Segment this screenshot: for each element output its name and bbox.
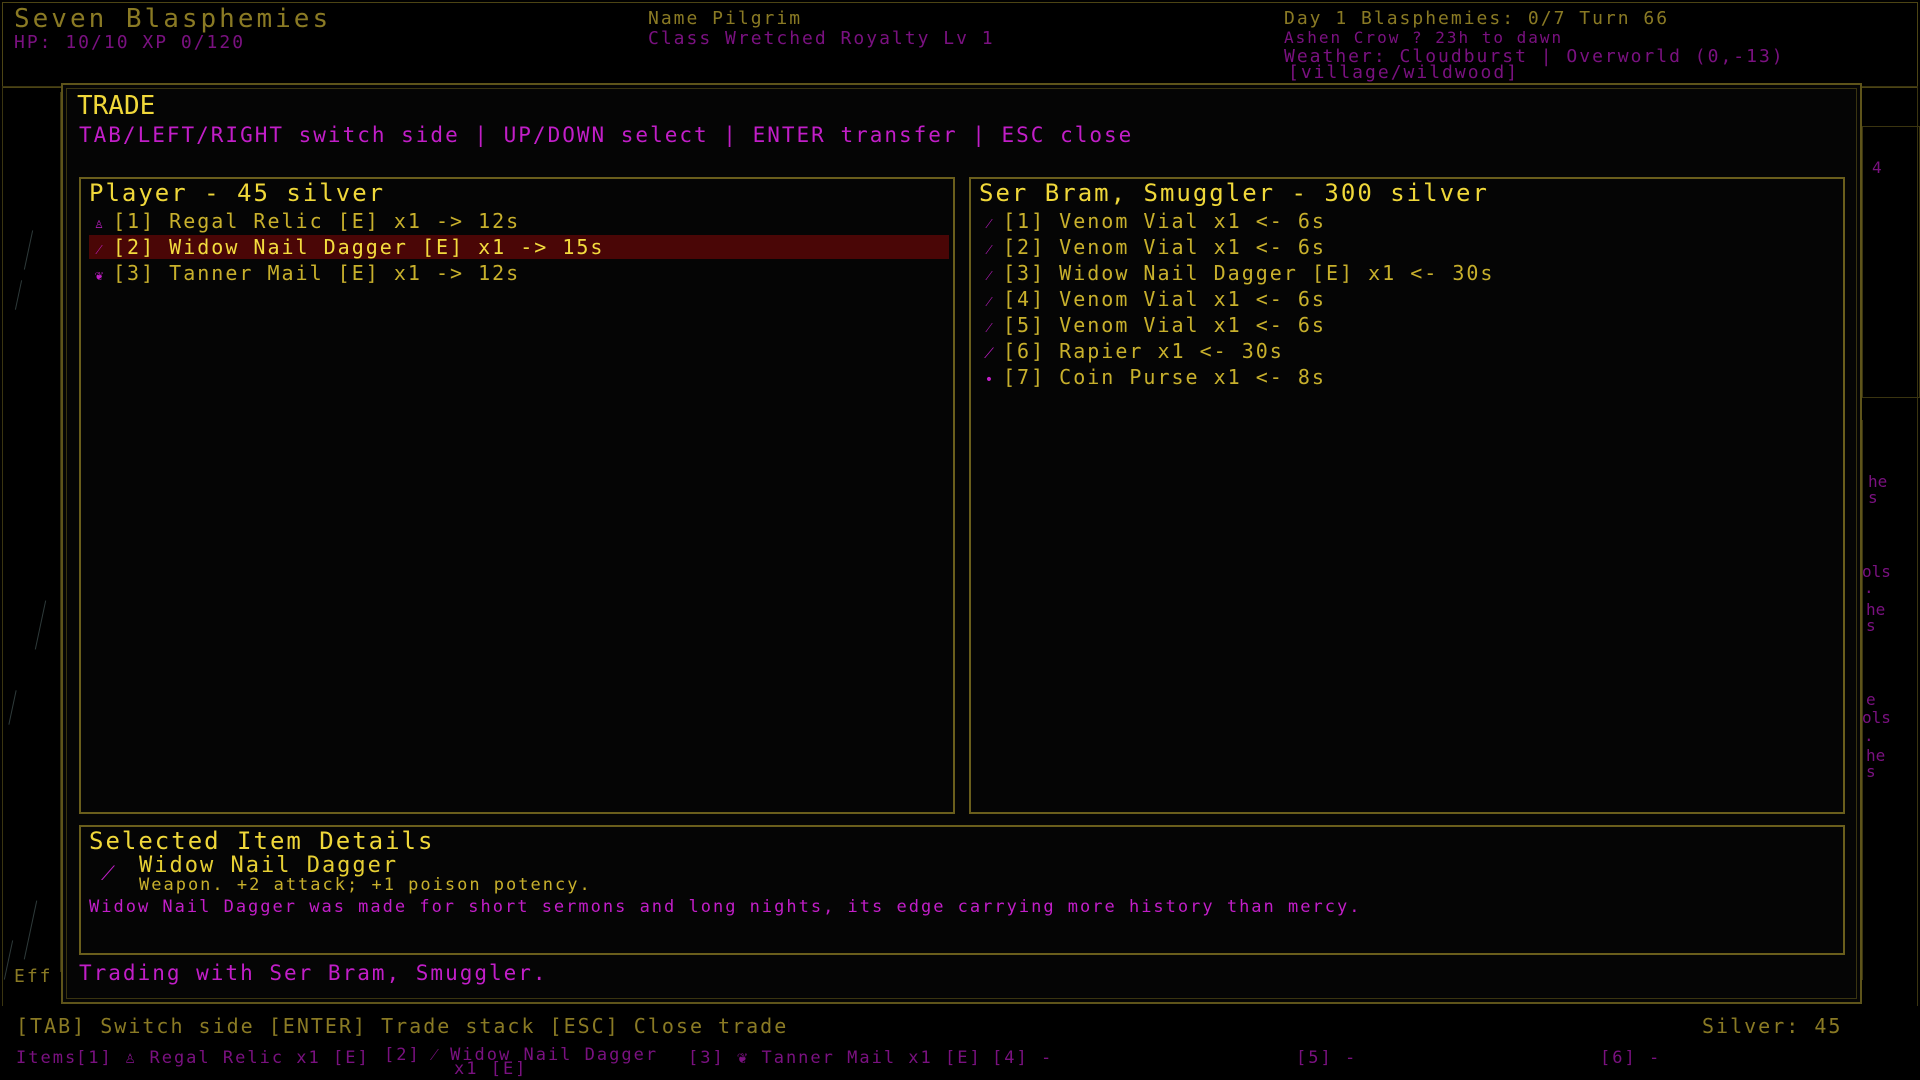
merchant-item-row[interactable]: ⁄ [3] Widow Nail Dagger [E] x1 <- 30s — [979, 261, 1839, 285]
dagger-icon: ⁄ — [97, 242, 103, 258]
details-title: Selected Item Details — [89, 827, 435, 855]
details-item-stats: Weapon. +2 attack; +1 poison potency. — [139, 875, 592, 895]
bg-fragment: ols — [1862, 708, 1891, 727]
details-item-lore: Widow Nail Dagger was made for short ser… — [89, 897, 1362, 917]
hotbar-slot-5[interactable]: [5] - — [1296, 1048, 1357, 1068]
merchant-pane-title: Ser Bram, Smuggler - 300 silver — [979, 179, 1489, 207]
player-item-row-selected[interactable]: ⁄ [2] Widow Nail Dagger [E] x1 -> 15s — [89, 235, 949, 259]
background-right-panel — [1862, 126, 1920, 398]
trade-dialog: TRADE TAB/LEFT/RIGHT switch side | UP/DO… — [61, 83, 1862, 1004]
bg-fragment: s — [1866, 616, 1876, 635]
footer-bar: [TAB] Switch side [ENTER] Trade stack [E… — [0, 1006, 1920, 1080]
item-label: [1] Regal Relic [E] x1 -> 12s — [113, 209, 521, 233]
vial-icon: ⁄ — [987, 242, 993, 258]
item-label: [7] Coin Purse x1 <- 8s — [1003, 365, 1326, 389]
merchant-item-row[interactable]: ⁄ [4] Venom Vial x1 <- 6s — [979, 287, 1839, 311]
relic-icon: ♙ — [94, 216, 106, 232]
item-label: [3] Tanner Mail [E] x1 -> 12s — [113, 261, 521, 285]
selected-item-details-pane: Selected Item Details ⟋ Widow Nail Dagge… — [79, 825, 1845, 955]
merchant-inventory-pane[interactable]: Ser Bram, Smuggler - 300 silver ⁄ [1] Ven… — [969, 177, 1845, 814]
location-tag: [village/wildwood] — [1288, 62, 1520, 83]
bg-fragment: e — [1866, 690, 1876, 709]
slot-key: [6] — [1600, 1048, 1637, 1068]
hotbar-slot-1[interactable]: [1] ♙ Regal Relic x1 [E] — [76, 1048, 370, 1068]
trade-status-message: Trading with Ser Bram, Smuggler. — [79, 961, 548, 985]
slot-label: - — [1040, 1048, 1054, 1068]
item-label: [6] Rapier x1 <- 30s — [1003, 339, 1284, 363]
bg-fragment: s — [1868, 488, 1878, 507]
item-label: [5] Venom Vial x1 <- 6s — [1003, 313, 1326, 337]
background-left-panel — [0, 92, 61, 972]
merchant-item-row[interactable]: ⟋ [6] Rapier x1 <- 30s — [979, 339, 1839, 363]
slot-key: [1] — [76, 1048, 113, 1068]
armor-icon: ❦ — [94, 268, 106, 284]
dagger-icon: ⟋ — [101, 861, 115, 885]
day-counter: Day 1 Blasphemies: 0/7 Turn 66 — [1284, 8, 1670, 29]
hotbar-slot-2[interactable]: [2] ⁄ Widow Nail Dagger x1 [E] — [384, 1047, 658, 1079]
item-label: [4] Venom Vial x1 <- 6s — [1003, 287, 1326, 311]
bg-fragment: . — [1864, 578, 1874, 597]
vial-icon: ⁄ — [987, 320, 993, 336]
slot-key: [3] — [688, 1048, 725, 1068]
sword-icon: ⟋ — [984, 346, 996, 362]
bg-fragment: . — [1864, 726, 1874, 745]
slot-label: - — [1344, 1048, 1358, 1068]
item-label: [2] Widow Nail Dagger [E] x1 -> 15s — [113, 235, 605, 259]
player-name: Name Pilgrim — [648, 8, 803, 29]
armor-icon: ❦ — [736, 1048, 750, 1068]
player-item-row[interactable]: ❦ [3] Tanner Mail [E] x1 -> 12s — [89, 261, 949, 285]
player-inventory-pane[interactable]: Player - 45 silver ♙ [1] Regal Relic [E] … — [79, 177, 955, 814]
bg-fragment: 4 — [1872, 158, 1882, 177]
dialog-help-text: TAB/LEFT/RIGHT switch side | UP/DOWN sel… — [79, 123, 1134, 147]
game-title: Seven Blasphemies — [14, 4, 332, 34]
omen-status: Ashen Crow ? 23h to dawn — [1284, 28, 1564, 47]
item-label: [2] Venom Vial x1 <- 6s — [1003, 235, 1326, 259]
hotbar-label: Items — [16, 1048, 78, 1068]
slot-label-line2: x1 [E] — [454, 1059, 528, 1079]
merchant-item-row[interactable]: ⁄ [1] Venom Vial x1 <- 6s — [979, 209, 1839, 233]
hotbar-slot-4[interactable]: [4] - — [992, 1048, 1053, 1068]
slot-key: [4] — [992, 1048, 1029, 1068]
bg-fragment: s — [1866, 762, 1876, 781]
dagger-icon: ⁄ — [987, 268, 993, 284]
slot-label: Regal Relic x1 [E] — [149, 1048, 370, 1068]
player-pane-title: Player - 45 silver — [89, 179, 386, 207]
vial-icon: ⁄ — [987, 216, 993, 232]
coin-purse-icon: • — [984, 372, 996, 388]
item-label: [1] Venom Vial x1 <- 6s — [1003, 209, 1326, 233]
player-item-row[interactable]: ♙ [1] Regal Relic [E] x1 -> 12s — [89, 209, 949, 233]
merchant-item-row[interactable]: ⁄ [2] Venom Vial x1 <- 6s — [979, 235, 1839, 259]
hotbar-slot-3[interactable]: [3] ❦ Tanner Mail x1 [E] — [688, 1048, 982, 1068]
merchant-item-row[interactable]: ⁄ [5] Venom Vial x1 <- 6s — [979, 313, 1839, 337]
item-label: [3] Widow Nail Dagger [E] x1 <- 30s — [1003, 261, 1495, 285]
relic-icon: ♙ — [124, 1048, 138, 1068]
dialog-title: TRADE — [77, 91, 156, 121]
vial-icon: ⁄ — [987, 294, 993, 310]
merchant-item-row[interactable]: • [7] Coin Purse x1 <- 8s — [979, 365, 1839, 389]
bg-effects-label: Eff — [14, 966, 53, 987]
slot-label: Tanner Mail x1 [E] — [761, 1048, 982, 1068]
footer-silver: Silver: 45 — [1702, 1014, 1843, 1038]
player-class: Class Wretched Royalty Lv 1 — [648, 28, 995, 49]
player-stats: HP: 10/10 XP 0/120 — [14, 32, 246, 53]
footer-controls-hint: [TAB] Switch side [ENTER] Trade stack [E… — [16, 1014, 789, 1038]
slot-key: [5] — [1296, 1048, 1333, 1068]
hotbar-slot-6[interactable]: [6] - — [1600, 1048, 1661, 1068]
slot-label: - — [1648, 1048, 1662, 1068]
